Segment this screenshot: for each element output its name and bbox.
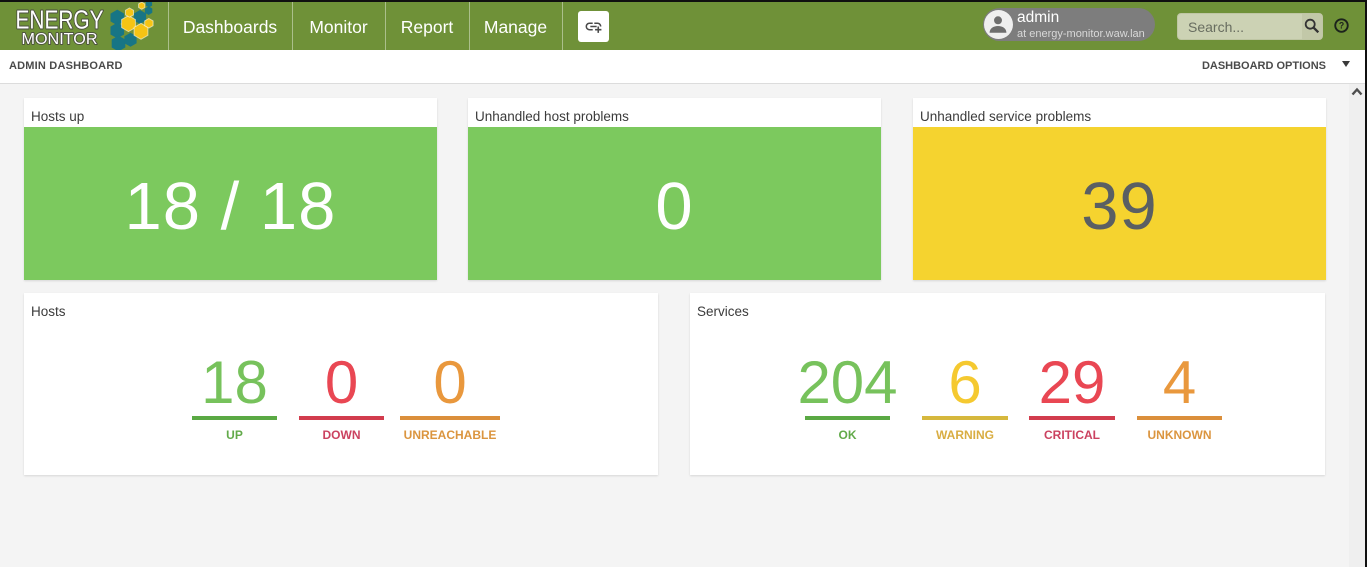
svg-text:ENERGY: ENERGY — [16, 5, 104, 35]
svg-text:?: ? — [1339, 21, 1344, 31]
svg-text:MONITOR: MONITOR — [22, 31, 98, 48]
